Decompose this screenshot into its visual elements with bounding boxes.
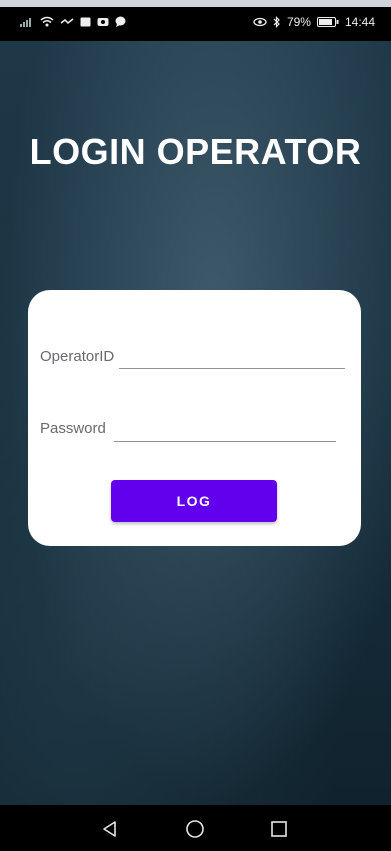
message-icon [80, 17, 91, 26]
operator-id-label: OperatorID [40, 348, 115, 365]
wifi-icon [40, 16, 54, 27]
battery-icon [316, 17, 339, 27]
status-left-icons [20, 16, 126, 27]
page-title: LOGIN OPERATOR [29, 131, 362, 172]
password-label: Password [40, 420, 106, 437]
login-card: OperatorID Password LOG [28, 290, 361, 546]
log-button[interactable]: LOG [111, 480, 277, 522]
operator-id-field[interactable] [119, 368, 345, 369]
eye-comfort-icon [253, 17, 267, 27]
back-button[interactable] [98, 817, 122, 841]
phone-screen: 79% 14:44 LOGIN OPERATOR OperatorID Pass… [0, 7, 391, 851]
app-background: LOGIN OPERATOR OperatorID Password LOG [0, 41, 391, 805]
navigation-bar [0, 805, 391, 851]
recents-button[interactable] [267, 817, 291, 841]
battery-percent: 79% [286, 15, 311, 29]
status-right-icons: 79% 14:44 [253, 15, 375, 29]
chat-icon [115, 16, 126, 27]
back-icon [103, 821, 116, 837]
signal-icon [20, 17, 31, 27]
home-icon [186, 820, 204, 838]
photo-icon [97, 17, 109, 26]
bluetooth-icon [273, 16, 280, 28]
recents-icon [271, 821, 287, 837]
clock: 14:44 [344, 15, 375, 29]
data-icon [60, 17, 74, 24]
status-bar: 79% 14:44 [0, 7, 391, 41]
home-button[interactable] [183, 817, 207, 841]
password-field[interactable] [114, 441, 336, 442]
